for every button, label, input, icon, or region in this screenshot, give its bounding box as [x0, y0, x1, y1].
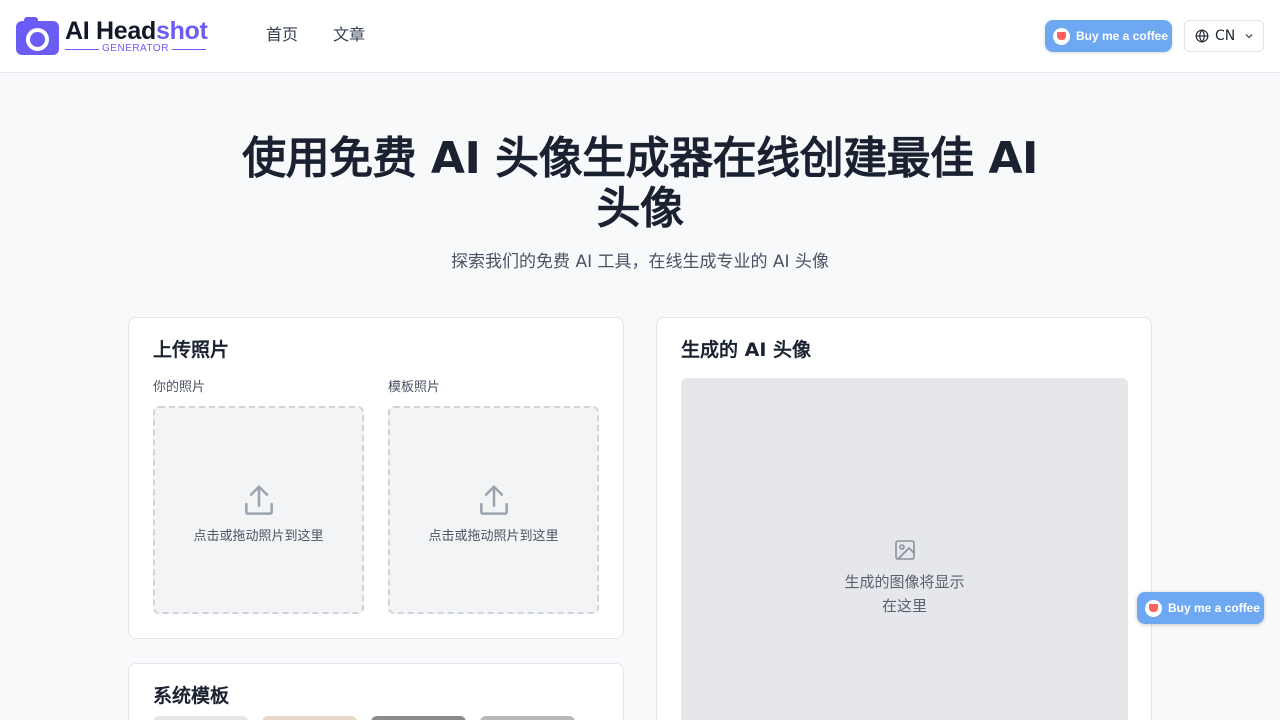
template-photo-dropzone[interactable]: 点击或拖动照片到这里 [388, 406, 599, 614]
result-card-title: 生成的 AI 头像 [681, 339, 812, 361]
upload-icon [244, 485, 273, 515]
template-thumbnail[interactable] [153, 716, 248, 720]
language-selector[interactable]: CN [1184, 20, 1264, 52]
nav-home-link[interactable]: 首页 [266, 24, 298, 46]
your-photo-dropzone-text: 点击或拖动照片到这里 [193, 529, 324, 544]
upload-card-title: 上传照片 [153, 339, 230, 361]
template-thumbnail[interactable] [480, 716, 575, 720]
chevron-down-icon [1245, 34, 1253, 39]
coffee-cup-icon [1145, 599, 1162, 617]
page-title: 使用免费 AI 头像生成器在线创建最佳 AI 头像 [242, 133, 1038, 234]
template-thumbnails [153, 716, 575, 720]
page-subtitle: 探索我们的免费 AI 工具，在线生成专业的 AI 头像 [451, 252, 829, 272]
your-photo-dropzone[interactable]: 点击或拖动照片到这里 [153, 406, 364, 614]
top-navbar: AI Headshot GENERATOR 首页 文章 Buy me a cof… [0, 0, 1280, 73]
upload-icon [479, 485, 508, 515]
template-photo-dropzone-text: 点击或拖动照片到这里 [428, 529, 559, 544]
buy-me-a-coffee-button[interactable]: Buy me a coffee [1045, 20, 1172, 52]
floating-coffee-button[interactable]: Buy me a coffee [1137, 592, 1264, 624]
template-thumbnail[interactable] [262, 716, 357, 720]
language-label: CN [1215, 28, 1236, 44]
coffee-cup-icon [1053, 27, 1070, 45]
globe-icon [1195, 29, 1209, 43]
logo-sub: GENERATOR [102, 43, 169, 54]
camera-logo-icon [16, 17, 59, 55]
logo-wordmark: AI Headshot GENERATOR [65, 17, 208, 54]
floating-coffee-label: Buy me a coffee [1168, 601, 1261, 615]
template-photo-label: 模板照片 [388, 380, 441, 395]
upload-photos-card: 上传照片 你的照片 点击或拖动照片到这里 模板照片 点击或拖动照片到这里 [128, 317, 624, 639]
coffee-button-label: Buy me a coffee [1076, 29, 1169, 43]
logo-main-b: shot [155, 17, 208, 45]
your-photo-label: 你的照片 [153, 380, 206, 395]
nav-articles-link[interactable]: 文章 [333, 24, 365, 46]
generated-headshot-card: 生成的 AI 头像 生成的图像将显示在这里 [656, 317, 1152, 720]
image-icon [894, 540, 915, 560]
templates-card-title: 系统模板 [153, 685, 230, 707]
result-placeholder-text: 生成的图像将显示在这里 [844, 573, 965, 615]
main-nav: 首页 文章 [266, 24, 365, 46]
system-templates-card: 系统模板 [128, 663, 624, 720]
logo-main-a: AI Head [65, 17, 156, 45]
template-thumbnail[interactable] [371, 716, 466, 720]
generated-image-preview: 生成的图像将显示在这里 [681, 378, 1128, 720]
site-logo[interactable]: AI Headshot GENERATOR [16, 17, 208, 55]
